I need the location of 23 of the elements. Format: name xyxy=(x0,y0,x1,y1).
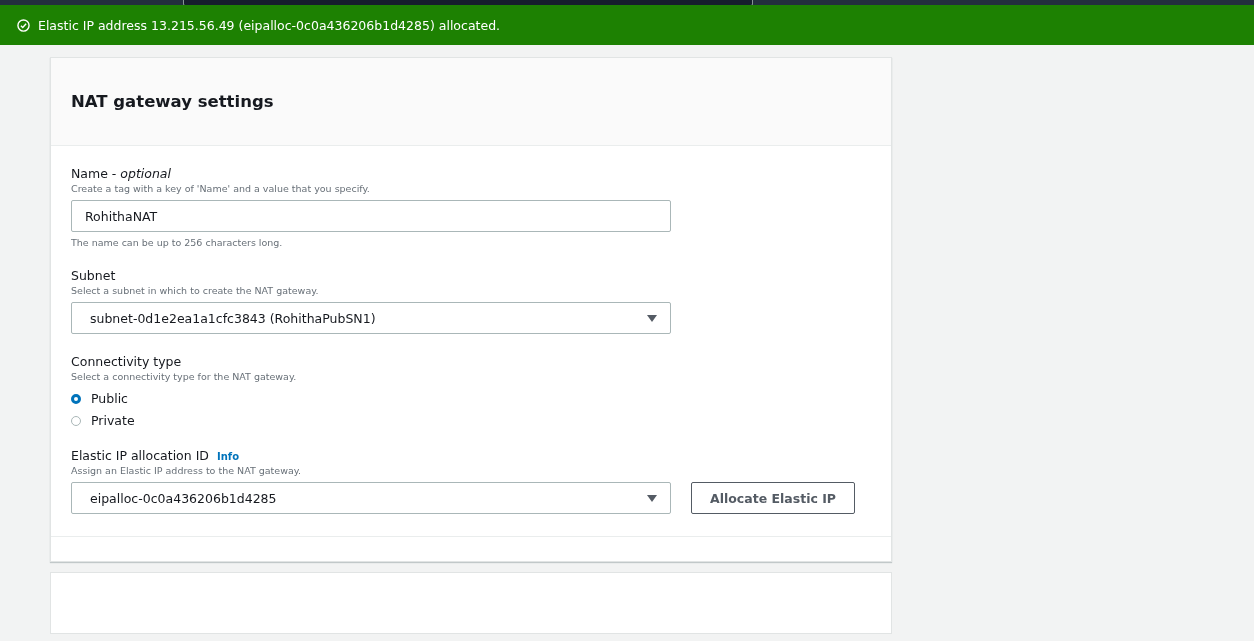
field-description: Select a subnet in which to create the NAT gateway. xyxy=(71,285,320,296)
select-field[interactable]: subnet-0d1e2ea1a1cfc3843 (RohithaPubSN1) xyxy=(71,302,671,334)
allocate-button[interactable]: Allocate Elastic IP xyxy=(691,482,855,514)
caret-icon xyxy=(647,494,657,502)
field-label: Subnet xyxy=(71,268,116,283)
field-description: Create a tag with a key of 'Name' and a value that you specify. xyxy=(71,183,371,194)
card-title: NAT gateway settings xyxy=(71,92,274,111)
field-label: Connectivity type xyxy=(71,354,182,369)
check-circle-icon xyxy=(17,18,30,32)
caret-icon xyxy=(647,314,657,322)
constraint-text: The name can be up to 256 characters long. xyxy=(71,237,284,248)
name-input[interactable]: RohithaNAT xyxy=(71,200,671,232)
flash-message: Elastic IP address 13.215.56.49 (eipalloc-0c0a436206b1d4285) allocated. xyxy=(38,17,501,33)
select-field[interactable]: eipalloc-0c0a436206b1d4285 xyxy=(71,482,671,514)
radio-icon[interactable] xyxy=(71,393,81,404)
radio-option[interactable]: Public xyxy=(71,391,871,406)
info-link[interactable]: Info xyxy=(217,451,240,462)
field-label: Name - optional xyxy=(71,166,171,181)
field-label: Elastic IP allocation ID xyxy=(71,448,209,463)
field-description: Select a connectivity type for the NAT gateway. xyxy=(71,371,298,382)
field-description: Assign an Elastic IP address to the NAT gateway. xyxy=(71,465,303,476)
radio-icon[interactable] xyxy=(71,415,81,426)
radio-option[interactable]: Private xyxy=(71,413,871,428)
